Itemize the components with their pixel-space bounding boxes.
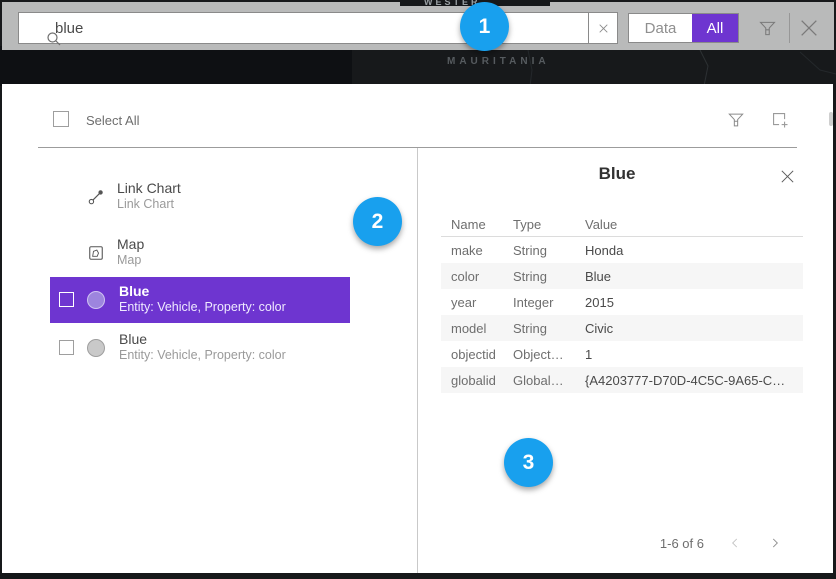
scrollbar-thumb[interactable] [829,112,833,126]
attribute-table: Name Type Value make String Honda color … [441,213,803,393]
map-icon [86,243,106,263]
detail-title: Blue [415,164,819,184]
list-item-blue[interactable]: Blue Entity: Vehicle, Property: color [50,325,350,371]
list-item-title: Link Chart [117,180,181,196]
list-detail-divider [417,148,418,573]
attr-type: String [513,243,585,258]
attribute-table-header: Name Type Value [441,213,803,237]
attr-type: Global… [513,373,585,388]
table-row: globalid Global… {A4203777-D70D-4C5C-9A6… [441,367,803,393]
item-checkbox[interactable] [59,340,74,355]
map-label-mauritania: MAURITANIA [447,56,550,67]
list-item-subtitle: Map [117,252,144,268]
list-item-blue-selected[interactable]: Blue Entity: Vehicle, Property: color [50,277,350,323]
add-to-selection-button[interactable] [767,107,793,133]
data-all-toggle: Data All [628,13,739,43]
attr-name: color [441,269,513,284]
list-item-subtitle: Link Chart [117,196,181,212]
column-header-value: Value [585,217,803,232]
close-icon [798,17,820,39]
list-item-map[interactable]: Map Map [48,230,350,276]
clear-x-icon [597,22,610,35]
annotation-badge-3: 3 [504,438,553,487]
list-item-subtitle: Entity: Vehicle, Property: color [119,347,286,363]
toolbar-close-button[interactable] [795,14,823,42]
funnel-icon [726,110,746,130]
attr-value: Blue [585,269,803,284]
square-plus-icon [769,109,791,131]
link-chart-icon [86,187,106,207]
chevron-right-icon [768,536,782,550]
table-row: make String Honda [441,237,803,263]
attr-name: make [441,243,513,258]
attr-type: String [513,321,585,336]
pagination-label: 1-6 of 6 [614,536,704,551]
attr-value: Honda [585,243,803,258]
entity-circle-icon [87,291,105,309]
column-header-name: Name [441,217,513,232]
table-row: year Integer 2015 [441,289,803,315]
clear-search-button[interactable] [588,12,618,44]
annotation-badge-1: 1 [460,2,509,51]
table-row: objectid Object… 1 [441,341,803,367]
table-row: model String Civic [441,315,803,341]
select-all-checkbox[interactable] [53,111,69,127]
toolbar-divider [789,13,790,43]
attr-type: Integer [513,295,585,310]
chevron-left-icon [728,536,742,550]
column-header-type: Type [513,217,585,232]
toggle-option-all[interactable]: All [692,14,738,42]
toolbar-filter-button[interactable] [753,14,781,42]
attr-name: globalid [441,373,513,388]
previous-page-button[interactable] [724,532,746,554]
list-item-subtitle: Entity: Vehicle, Property: color [119,299,286,315]
select-all-label: Select All [86,113,139,128]
close-icon [779,168,796,185]
list-item-link-chart[interactable]: Link Chart Link Chart [48,174,350,220]
attr-name: model [441,321,513,336]
attr-type: String [513,269,585,284]
toggle-option-data[interactable]: Data [629,14,692,42]
list-item-title: Map [117,236,144,252]
search-icon [45,30,63,48]
attr-value: {A4203777-D70D-4C5C-9A65-C… [585,373,803,388]
attr-value: Civic [585,321,803,336]
attr-name: objectid [441,347,513,362]
search-toolbar: Data All [2,2,834,50]
search-results-panel: Select All Link Chart Link Chart [2,84,833,573]
attr-name: year [441,295,513,310]
annotation-badge-2: 2 [353,197,402,246]
attr-value: 2015 [585,295,803,310]
detail-close-button[interactable] [775,164,799,188]
list-item-title: Blue [119,283,286,299]
attr-value: 1 [585,347,803,362]
table-row: color String Blue [441,263,803,289]
item-checkbox[interactable] [59,292,74,307]
list-item-title: Blue [119,331,286,347]
attr-type: Object… [513,347,585,362]
panel-filter-button[interactable] [723,107,749,133]
funnel-icon [757,18,778,39]
next-page-button[interactable] [764,532,786,554]
entity-circle-icon [87,339,105,357]
